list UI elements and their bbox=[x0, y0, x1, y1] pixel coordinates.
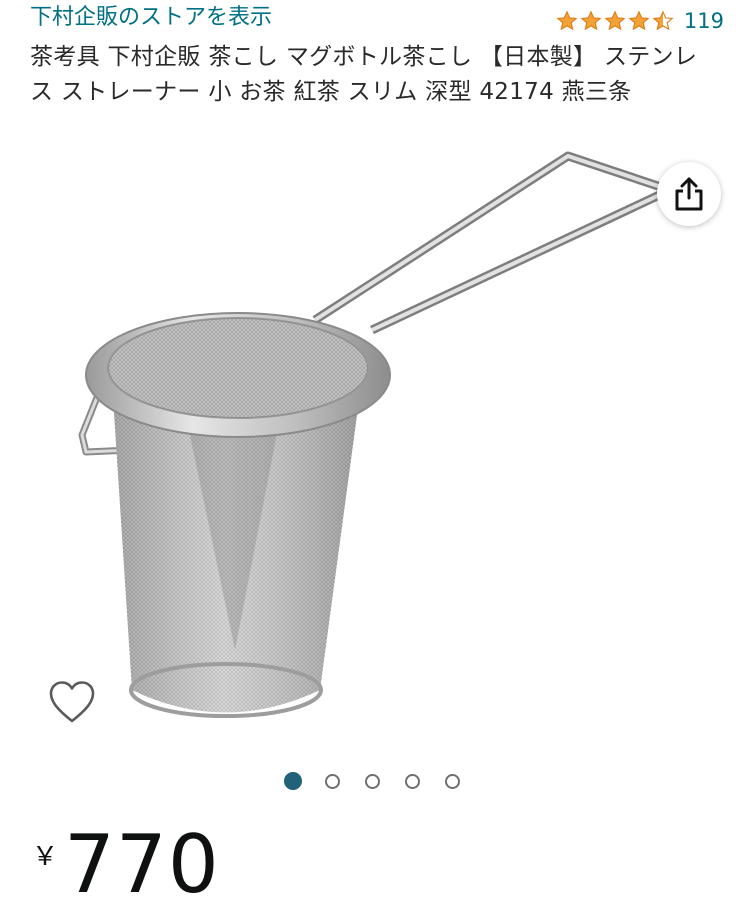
store-link[interactable]: 下村企販のストアを表示 bbox=[30, 4, 272, 32]
star-rating bbox=[556, 10, 676, 32]
tea-strainer-image[interactable] bbox=[70, 150, 690, 750]
product-image-gallery[interactable] bbox=[0, 150, 750, 750]
image-pagination bbox=[284, 771, 460, 791]
price-amount: 770 bbox=[64, 818, 220, 911]
favorite-button[interactable] bbox=[46, 676, 98, 728]
pagination-dot[interactable] bbox=[365, 773, 380, 789]
star-full-icon bbox=[628, 10, 650, 31]
pagination-dot[interactable] bbox=[445, 773, 460, 789]
product-title: 茶考具 下村企販 茶こし マグボトル茶こし 【日本製】 ステンレス ストレーナー… bbox=[30, 44, 698, 105]
rating-count[interactable]: 119 bbox=[684, 8, 724, 34]
price-currency: ￥ bbox=[32, 842, 59, 872]
share-button[interactable] bbox=[657, 162, 721, 226]
star-full-icon bbox=[556, 10, 578, 31]
pagination-dot[interactable] bbox=[325, 773, 340, 789]
share-icon bbox=[675, 177, 703, 211]
heart-icon bbox=[49, 681, 95, 723]
store-rating-row: 下村企販のストアを表示 119 bbox=[30, 4, 724, 36]
star-full-icon bbox=[580, 10, 602, 31]
pagination-dot-active[interactable] bbox=[284, 772, 302, 790]
rating[interactable]: 119 bbox=[556, 8, 724, 34]
pagination-dot[interactable] bbox=[405, 773, 420, 789]
star-full-icon bbox=[604, 10, 626, 31]
star-half-icon bbox=[652, 10, 674, 31]
price: ￥ 770 bbox=[32, 820, 220, 910]
